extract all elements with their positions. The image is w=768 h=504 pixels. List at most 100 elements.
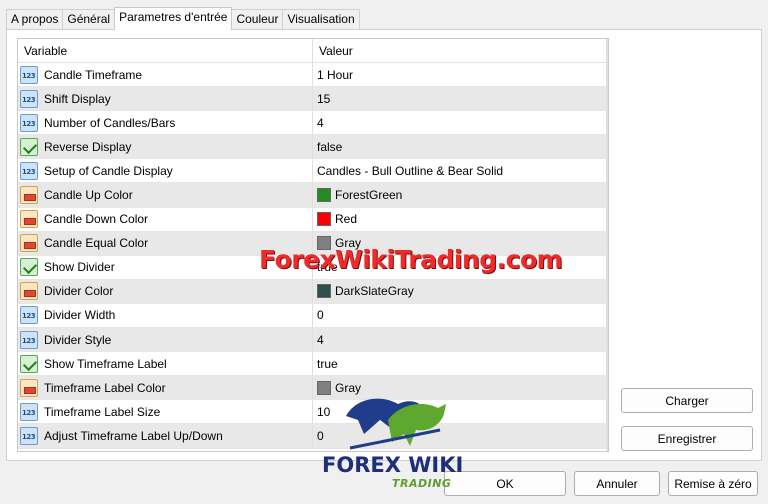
number-type-icon xyxy=(20,161,38,180)
variable-cell: Reverse Display xyxy=(18,135,313,159)
value-text: Red xyxy=(335,212,358,227)
number-type-icon xyxy=(20,426,38,445)
column-header-value[interactable]: Valeur xyxy=(313,39,608,62)
table-row[interactable]: Shift Display 15 xyxy=(18,87,608,112)
table-row[interactable]: Divider Color DarkSlateGray xyxy=(18,279,608,304)
boolean-type-icon xyxy=(20,354,38,373)
variable-name: Timeframe Label Size xyxy=(44,404,161,419)
number-type-icon xyxy=(20,65,38,84)
variable-cell: Candle Up Color xyxy=(18,183,313,207)
value-text: 0 xyxy=(317,308,324,323)
value-cell[interactable]: 15 xyxy=(313,87,608,110)
forexwiki-logo: FOREX WIKI TRADING xyxy=(322,390,472,490)
variable-name: Reverse Display xyxy=(44,139,132,154)
variable-name: Divider Color xyxy=(44,284,114,299)
variable-cell: Number of Candles/Bars xyxy=(18,111,313,135)
variable-cell: Divider Style xyxy=(18,328,313,352)
variable-name: Candle Down Color xyxy=(44,212,149,227)
load-button[interactable]: Charger xyxy=(621,388,753,413)
logo-sub-text: TRADING xyxy=(392,477,452,490)
table-row[interactable]: Show Timeframe Label true xyxy=(18,352,608,377)
variable-cell: Shift Display xyxy=(18,87,313,111)
cancel-button[interactable]: Annuler xyxy=(574,471,660,496)
table-row[interactable]: Candle Timeframe 1 Hour xyxy=(18,63,608,88)
variable-name: Candle Equal Color xyxy=(44,236,149,251)
color-swatch xyxy=(317,212,331,227)
value-text: 1 Hour xyxy=(317,67,354,82)
value-cell[interactable]: 1 Hour xyxy=(313,63,608,86)
color-swatch xyxy=(317,188,331,203)
value-cell[interactable]: true xyxy=(313,352,608,375)
table-row[interactable]: Number of Candles/Bars 4 xyxy=(18,111,608,136)
tab-visualisation[interactable]: Visualisation xyxy=(282,9,360,29)
table-row[interactable]: Candle Up Color ForestGreen xyxy=(18,183,608,208)
value-cell[interactable]: Red xyxy=(313,208,608,231)
value-text: DarkSlateGray xyxy=(335,284,414,299)
value-text: true xyxy=(317,356,338,371)
value-cell[interactable]: ForestGreen xyxy=(313,183,608,206)
variable-name: Candle Timeframe xyxy=(44,67,143,82)
save-button[interactable]: Enregistrer xyxy=(621,426,753,451)
number-type-icon xyxy=(20,330,38,349)
variable-name: Candle Up Color xyxy=(44,188,133,203)
variable-name: Divider Style xyxy=(44,332,112,347)
variable-name: Number of Candles/Bars xyxy=(44,115,176,130)
variable-name: Timeframe Label Color xyxy=(44,380,166,395)
value-text: 4 xyxy=(317,332,324,347)
table-row[interactable]: Divider Style 4 xyxy=(18,328,608,353)
value-cell[interactable]: Candles - Bull Outline & Bear Solid xyxy=(313,159,608,182)
variable-cell: Candle Timeframe xyxy=(18,63,313,87)
column-header-variable[interactable]: Variable xyxy=(18,39,313,62)
variable-name: Setup of Candle Display xyxy=(44,163,173,178)
variable-cell: Timeframe Label Size xyxy=(18,400,313,424)
number-type-icon xyxy=(20,402,38,421)
variable-cell: Divider Color xyxy=(18,279,313,303)
variable-cell: Divider Width xyxy=(18,303,313,328)
table-header: Variable Valeur xyxy=(18,39,608,63)
value-text: ForestGreen xyxy=(335,188,403,203)
table-row[interactable]: Divider Width 0 xyxy=(18,303,608,329)
variable-name: Show Timeframe Label xyxy=(44,356,167,371)
value-cell[interactable]: false xyxy=(313,135,608,158)
color-swatch xyxy=(317,284,331,299)
variable-name: Adjust Timeframe Label Up/Down xyxy=(44,428,223,443)
value-cell[interactable]: 4 xyxy=(313,111,608,134)
table-row[interactable]: Setup of Candle Display Candles - Bull Ou… xyxy=(18,159,608,184)
value-text: Candles - Bull Outline & Bear Solid xyxy=(317,163,504,178)
value-text: 4 xyxy=(317,115,324,130)
tab-general[interactable]: Général xyxy=(62,9,116,29)
boolean-type-icon xyxy=(20,258,38,277)
value-cell[interactable]: 4 xyxy=(313,328,608,351)
color-type-icon xyxy=(20,186,38,205)
boolean-type-icon xyxy=(20,137,38,156)
logo-main-text: FOREX WIKI xyxy=(322,453,464,477)
tab-bar: A propos Général Parametres d'entrée Cou… xyxy=(6,7,360,30)
tab-input-parameters[interactable]: Parametres d'entrée xyxy=(114,7,233,30)
watermark-text: ForexWikiTrading.com xyxy=(259,245,563,274)
variable-cell: Show Timeframe Label xyxy=(18,352,313,376)
vertical-scrollbar[interactable] xyxy=(606,39,608,451)
color-type-icon xyxy=(20,210,38,229)
value-text: false xyxy=(317,139,343,154)
variable-name: Shift Display xyxy=(44,91,111,106)
number-type-icon xyxy=(20,113,38,132)
table-row[interactable]: Adjust Timeframe Label Up/Down0 xyxy=(18,424,608,449)
table-row[interactable]: Timeframe Label Color Gray xyxy=(18,376,608,401)
reset-button[interactable]: Remise à zéro xyxy=(668,471,758,496)
variable-cell: Timeframe Label Color xyxy=(18,376,313,400)
variable-name: Show Divider xyxy=(44,260,115,275)
tab-colors[interactable]: Couleur xyxy=(231,9,284,29)
color-type-icon xyxy=(20,234,38,253)
tab-about[interactable]: A propos xyxy=(6,9,64,29)
table-row[interactable]: Candle Down Color Red xyxy=(18,207,608,232)
number-type-icon xyxy=(20,306,38,325)
variable-cell: Adjust Timeframe Label Up/Down xyxy=(18,424,313,448)
number-type-icon xyxy=(20,89,38,108)
table-row[interactable]: Timeframe Label Size10 xyxy=(18,400,608,425)
color-type-icon xyxy=(20,378,38,397)
value-cell[interactable]: DarkSlateGray xyxy=(313,280,608,303)
bull-bear-logo-icon xyxy=(346,398,446,450)
value-cell[interactable]: 0 xyxy=(313,304,608,327)
table-row[interactable]: Reverse Display false xyxy=(18,135,608,160)
variable-name: Divider Width xyxy=(44,308,116,323)
